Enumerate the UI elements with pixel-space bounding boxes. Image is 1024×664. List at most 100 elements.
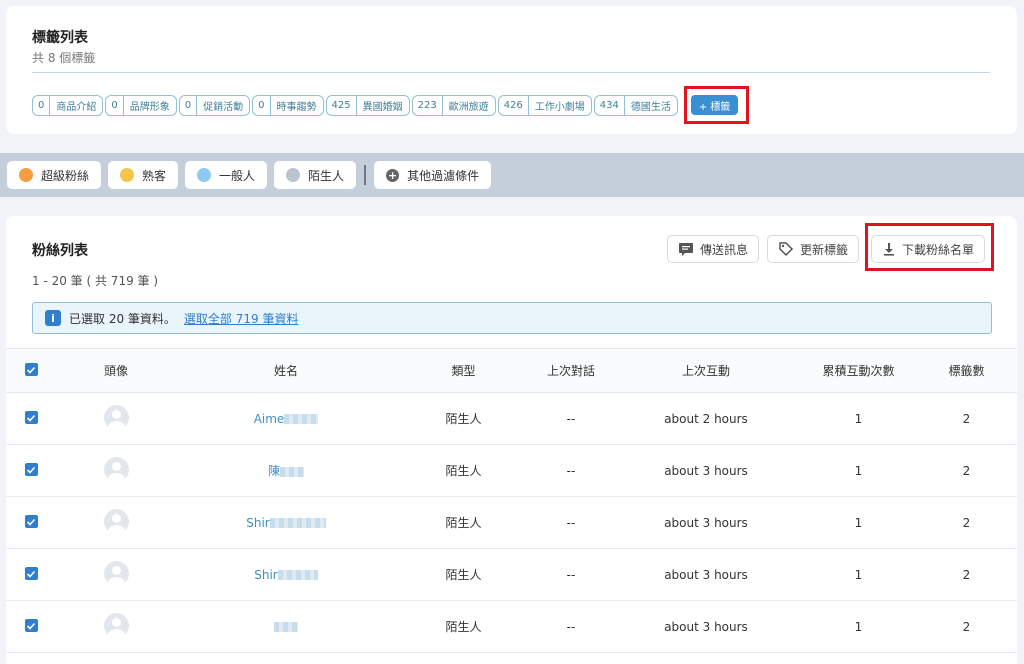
filter-chip-label: 陌生人 [308,168,345,183]
info-icon: i [45,310,61,326]
tag-row: 0 商品介紹 0 品牌形象 0 促銷活動 0 時事趨勢 425 異國婚姻 223 歐洲旅遊 … [32,86,750,124]
tag-name: 品牌形象 [129,101,170,113]
fan-name-link[interactable]: Aime [254,412,285,426]
select-all-link[interactable]: 選取全部 719 筆資料 [184,310,299,327]
last-chat: -- [566,411,576,426]
tag-name: 異國婚姻 [362,101,403,113]
tag-pill[interactable]: 223 歐洲旅遊 [411,94,496,116]
table-row[interactable]: Shir 陌生人 -- about 3 hours 1 2 [6,549,1017,601]
last-chat: -- [566,463,576,478]
tag-count-text: 共 8 個標籤 [32,51,96,65]
fan-table: 頭像 姓名 類型 上次對話 上次互動 累積互動次數 標籤數 Aime 陌生人 -… [6,348,1017,653]
tag-pill[interactable]: 0 品牌形象 [105,94,177,116]
checkbox-checked-icon[interactable] [24,567,38,581]
fan-list-card: 粉絲列表 1 - 20 筆 ( 共 719 筆 ) 傳送訊息 更新標籤 下載粉絲… [6,216,1017,664]
tag-name: 歐洲旅遊 [448,101,489,113]
yellow-dot-icon [120,168,135,182]
download-icon [884,243,894,256]
redacted-name [284,414,319,424]
tag-name: 商品介紹 [56,101,97,113]
tag-count: 425 [327,95,357,115]
interaction-count: 1 [854,515,863,530]
tag-icon [779,242,794,257]
table-row[interactable]: Shir 陌生人 -- about 3 hours 1 2 [6,497,1017,549]
redacted-name [274,622,298,632]
last-chat: -- [566,515,576,530]
last-chat: -- [566,567,576,582]
tag-count-cell: 2 [962,411,971,426]
add-tag-button[interactable]: + 標籤 [690,95,739,115]
table-row[interactable]: 陌生人 -- about 3 hours 1 2 [6,601,1017,653]
fan-type: 陌生人 [445,516,482,530]
filter-chip-super-fans[interactable]: 超級粉絲 [7,161,102,189]
fan-type: 陌生人 [445,464,482,478]
filter-chip-general[interactable]: 一般人 [185,161,268,189]
last-interaction: about 2 hours [664,411,748,426]
last-interaction: about 3 hours [664,619,748,634]
tag-count: 223 [413,95,443,115]
table-row[interactable]: 陳 陌生人 -- about 3 hours 1 2 [6,445,1017,497]
table-row[interactable]: Aime 陌生人 -- about 2 hours 1 2 [6,393,1017,445]
highlight-box: + 標籤 [683,86,750,124]
interaction-count: 1 [854,411,863,426]
tag-count: 426 [499,95,529,115]
tag-pill[interactable]: 425 異國婚姻 [325,94,410,116]
tag-name: 促銷活動 [203,101,244,113]
checkbox-checked-icon[interactable] [24,363,38,377]
tag-count: 0 [106,95,124,115]
column-header: 類型 [451,364,476,378]
update-tags-label: 更新標籤 [800,242,849,257]
redacted-name [277,570,318,580]
gray-dot-icon [286,168,301,182]
message-icon [679,242,693,256]
last-interaction: about 3 hours [664,463,748,478]
avatar [103,404,129,430]
tag-pill[interactable]: 434 德國生活 [593,94,678,116]
filter-chip-label: 一般人 [219,168,256,183]
fan-list-title: 粉絲列表 [32,243,88,259]
checkbox-checked-icon[interactable] [24,463,38,477]
interaction-count: 1 [854,619,863,634]
tag-list-card: 標籤列表 共 8 個標籤 0 商品介紹 0 品牌形象 0 促銷活動 0 時事趨勢 425… [6,6,1017,134]
selection-text: 已選取 20 筆資料。 [69,311,176,326]
fan-type: 陌生人 [445,568,482,582]
filter-chip-strangers[interactable]: 陌生人 [274,161,357,189]
plus-circle-icon: + [386,168,400,182]
tag-count-cell: 2 [962,619,971,634]
tag-count-cell: 2 [962,515,971,530]
redacted-name [269,518,326,528]
fan-type: 陌生人 [445,620,482,634]
fan-count-text: 1 - 20 筆 ( 共 719 筆 ) [32,274,159,288]
tag-pill[interactable]: 0 時事趨勢 [252,94,324,116]
send-message-button[interactable]: 傳送訊息 [667,235,760,263]
tag-pill[interactable]: 0 商品介紹 [32,94,104,116]
update-tags-button[interactable]: 更新標籤 [767,235,860,263]
tag-pill[interactable]: 0 促銷活動 [178,94,251,116]
tag-pill[interactable]: 426 工作小劇場 [497,94,592,116]
fan-name-link[interactable]: Shir [246,516,270,530]
download-list-button[interactable]: 下載粉絲名單 [871,235,986,263]
tag-list-title: 標籤列表 [32,30,88,46]
fan-name-link[interactable]: 陳 [268,464,280,478]
other-filters-button[interactable]: + 其他過濾條件 [374,161,492,189]
avatar [103,508,129,534]
last-chat: -- [566,619,576,634]
redacted-name [280,466,304,477]
column-header: 上次互動 [681,364,730,378]
last-interaction: about 3 hours [664,515,748,530]
checkbox-checked-icon[interactable] [24,411,38,425]
blue-dot-icon [197,168,212,182]
column-header: 標籤數 [948,364,985,378]
header-select-all[interactable] [6,349,56,393]
checkbox-checked-icon[interactable] [24,515,38,529]
checkbox-checked-icon[interactable] [24,619,38,633]
tag-count-cell: 2 [962,567,971,582]
filter-chip-regulars[interactable]: 熟客 [108,161,179,189]
fan-name-link[interactable]: Shir [254,568,278,582]
column-header: 累積互動次數 [822,364,895,378]
separator [364,165,367,185]
tag-name: 時事趨勢 [276,101,317,113]
filter-chip-label: 超級粉絲 [41,168,90,183]
tag-count: 0 [253,95,271,115]
column-header: 姓名 [273,364,298,378]
